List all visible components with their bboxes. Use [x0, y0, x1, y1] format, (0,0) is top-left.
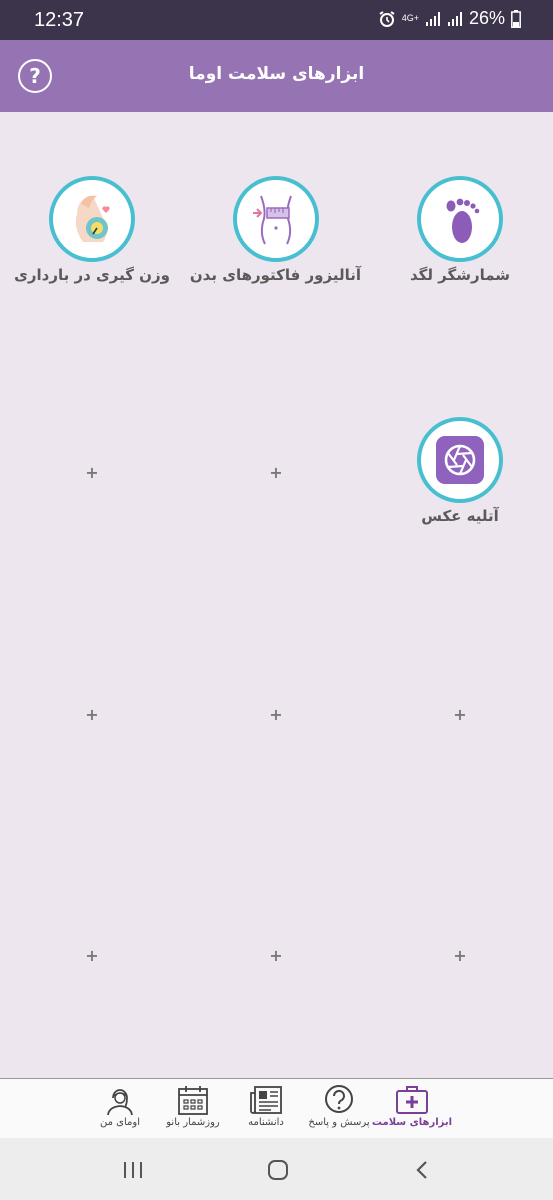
tool-label: آتلیه عکس	[421, 507, 499, 525]
tool-label: شمارشگر لگد	[409, 266, 511, 284]
battery-percent: 26%	[468, 8, 505, 28]
nav-label: روزشمار بانو	[166, 1117, 220, 1128]
battery-icon	[511, 9, 521, 28]
help-button[interactable]: ?	[18, 59, 52, 93]
tool-label: وزن گیری در بارداری	[14, 266, 170, 284]
add-slot[interactable]: +	[82, 705, 102, 724]
add-slot[interactable]: +	[82, 463, 102, 482]
app-bar: ابزارهای سلامت اوما ?	[0, 40, 553, 112]
add-slot[interactable]: +	[450, 946, 470, 965]
tool-icon-ring	[49, 176, 135, 262]
nav-questions[interactable]: پرسش و پاسخ	[297, 1083, 381, 1139]
tool-icon-ring	[233, 176, 319, 262]
add-slot[interactable]: +	[450, 705, 470, 724]
tool-photo-studio[interactable]: آتلیه عکس	[375, 417, 545, 525]
status-bar: 12:37 4G+ 26%	[0, 0, 553, 40]
profile-icon	[107, 1089, 133, 1116]
nav-health-tools[interactable]: ابزارهای سلامت	[370, 1083, 454, 1139]
tool-kick-counter[interactable]: شمارشگر لگد	[375, 176, 545, 284]
back-icon[interactable]	[415, 1160, 429, 1180]
recents-icon[interactable]	[123, 1161, 143, 1179]
pregnancy-weight-icon	[75, 195, 110, 242]
tool-icon-ring	[417, 417, 503, 503]
add-slot[interactable]: +	[82, 946, 102, 965]
status-icons: 4G+ 26%	[378, 8, 521, 29]
bottom-nav: ابزارهای سلامت پرسش و پاسخ دانشنامه روزش…	[0, 1078, 553, 1139]
tool-icon-ring	[417, 176, 503, 262]
tool-label: آنالیزور فاکتورهای بدن	[189, 266, 361, 284]
nav-label: دانشنامه	[248, 1117, 284, 1128]
network-type: 4G+	[401, 13, 419, 23]
newspaper-icon	[250, 1086, 282, 1114]
page-title: ابزارهای سلامت اوما	[188, 64, 365, 84]
nav-label: اومای من	[100, 1117, 140, 1128]
nav-profile[interactable]: اومای من	[78, 1083, 162, 1139]
signal-icon	[425, 11, 440, 26]
add-slot[interactable]: +	[266, 705, 286, 724]
system-nav-bar	[0, 1138, 553, 1200]
nav-label: پرسش و پاسخ	[308, 1117, 370, 1128]
nav-encyclopedia[interactable]: دانشنامه	[224, 1083, 308, 1139]
signal-icon-2	[447, 11, 462, 26]
question-icon: ?	[29, 64, 41, 88]
nav-label: ابزارهای سلامت	[371, 1117, 453, 1128]
tool-pregnancy-weight[interactable]: وزن گیری در بارداری	[7, 176, 177, 284]
nav-calendar[interactable]: روزشمار بانو	[151, 1083, 235, 1139]
alarm-icon	[379, 10, 395, 27]
status-time: 12:37	[34, 9, 85, 31]
question-icon	[325, 1085, 353, 1113]
camera-aperture-icon	[436, 436, 484, 484]
calendar-icon	[178, 1086, 208, 1115]
add-slot[interactable]: +	[266, 946, 286, 965]
add-slot[interactable]: +	[266, 463, 286, 482]
medical-kit-icon	[396, 1086, 428, 1114]
home-icon[interactable]	[267, 1159, 289, 1181]
footprint-icon	[446, 198, 480, 243]
body-measure-icon	[253, 195, 292, 245]
tool-body-analyzer[interactable]: آنالیزور فاکتورهای بدن	[189, 176, 361, 284]
